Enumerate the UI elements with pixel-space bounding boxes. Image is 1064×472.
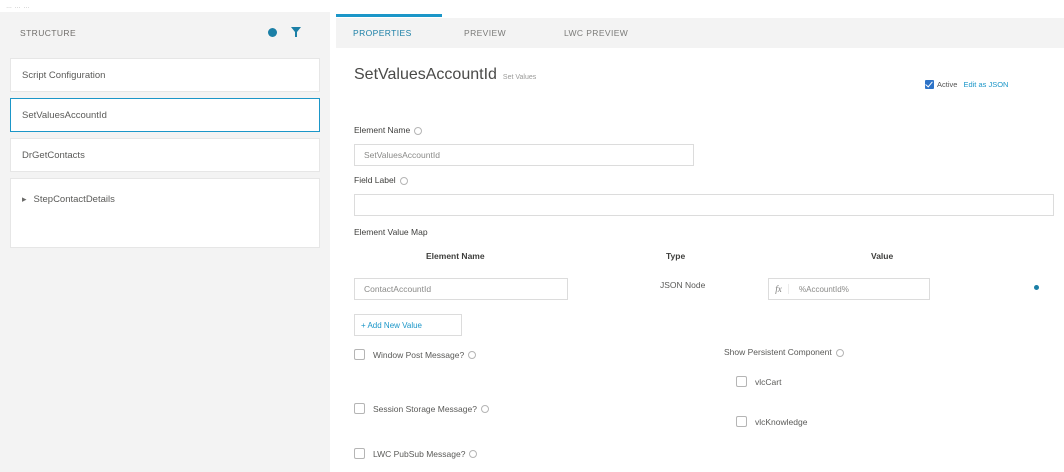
active-label: Active: [937, 80, 958, 89]
expand-arrow-icon[interactable]: ▸: [22, 194, 27, 205]
info-icon[interactable]: [480, 404, 489, 413]
show-persistent-component-label: Show Persistent Component: [724, 347, 844, 357]
info-icon[interactable]: [469, 449, 478, 458]
column-header-type: Type: [666, 251, 686, 261]
structure-title: STRUCTURE: [20, 28, 77, 38]
info-icon[interactable]: [414, 126, 423, 135]
structure-header: STRUCTURE: [0, 18, 330, 48]
structure-item-script-configuration[interactable]: Script Configuration: [10, 58, 320, 92]
structure-item-step-contact-details[interactable]: ▸ StepContactDetails: [10, 178, 320, 248]
element-name-heading: SetValuesAccountId: [354, 66, 497, 83]
structure-item-label: StepContactDetails: [33, 194, 115, 205]
info-icon[interactable]: [399, 176, 408, 185]
vlc-cart-checkbox[interactable]: [736, 376, 747, 387]
structure-item-label: Script Configuration: [22, 69, 106, 81]
active-tab-indicator: [336, 14, 442, 17]
column-header-element-name: Element Name: [426, 251, 485, 261]
vlc-knowledge-checkbox[interactable]: [736, 416, 747, 427]
formula-icon: fx: [769, 284, 789, 294]
lwc-pubsub-message-option[interactable]: LWC PubSub Message?: [354, 448, 478, 459]
structure-item-label: DrGetContacts: [22, 149, 85, 161]
element-value-map-label: Element Value Map: [354, 227, 428, 237]
value-map-type[interactable]: JSON Node: [660, 280, 705, 290]
active-checkbox[interactable]: [925, 80, 934, 89]
element-name-input[interactable]: SetValuesAccountId: [354, 144, 694, 166]
session-storage-message-option[interactable]: Session Storage Message?: [354, 403, 489, 414]
remove-dot-icon[interactable]: [1034, 285, 1039, 290]
structure-list: Script Configuration SetValuesAccountId …: [10, 58, 320, 254]
edit-as-json-link[interactable]: Edit as JSON: [963, 80, 1008, 89]
properties-panel: PROPERTIES PREVIEW LWC PREVIEW SetValues…: [336, 0, 1064, 472]
filter-icon[interactable]: [290, 26, 302, 38]
window-post-message-option[interactable]: Window Post Message?: [354, 349, 477, 360]
structure-panel: … … … STRUCTURE Script Configuration Set…: [0, 0, 330, 472]
element-title: SetValuesAccountId Set Values: [354, 66, 536, 84]
lwc-pubsub-message-checkbox[interactable]: [354, 448, 365, 459]
field-label-input[interactable]: [354, 194, 1054, 216]
structure-item-set-values-account-id[interactable]: SetValuesAccountId: [10, 98, 320, 132]
element-name-label: Element Name: [354, 125, 423, 135]
tab-properties[interactable]: PROPERTIES: [353, 18, 412, 48]
add-new-value-button[interactable]: + Add New Value: [354, 314, 462, 336]
window-post-message-checkbox[interactable]: [354, 349, 365, 360]
session-storage-message-checkbox[interactable]: [354, 403, 365, 414]
value-map-value-input[interactable]: fx %AccountId%: [768, 278, 930, 300]
tab-preview[interactable]: PREVIEW: [464, 18, 506, 48]
field-label-label: Field Label: [354, 175, 408, 185]
top-strip-text: … … …: [6, 4, 30, 10]
dot-icon[interactable]: [268, 28, 277, 37]
structure-item-dr-get-contacts[interactable]: DrGetContacts: [10, 138, 320, 172]
tab-bar: PROPERTIES PREVIEW LWC PREVIEW: [336, 18, 1064, 48]
value-map-value-text: %AccountId%: [799, 284, 849, 294]
vlc-cart-option[interactable]: vlcCart: [736, 376, 781, 387]
value-map-element-name-input[interactable]: ContactAccountId: [354, 278, 568, 300]
column-header-value: Value: [871, 251, 894, 261]
element-type-label: Set Values: [502, 74, 537, 81]
structure-item-label: SetValuesAccountId: [22, 109, 107, 121]
vlc-knowledge-option[interactable]: vlcKnowledge: [736, 416, 807, 427]
info-icon[interactable]: [468, 350, 477, 359]
active-toggle: Active Edit as JSON: [925, 80, 1008, 89]
info-icon[interactable]: [835, 348, 844, 357]
tab-lwc-preview[interactable]: LWC PREVIEW: [564, 18, 628, 48]
top-strip: … … …: [0, 0, 330, 12]
